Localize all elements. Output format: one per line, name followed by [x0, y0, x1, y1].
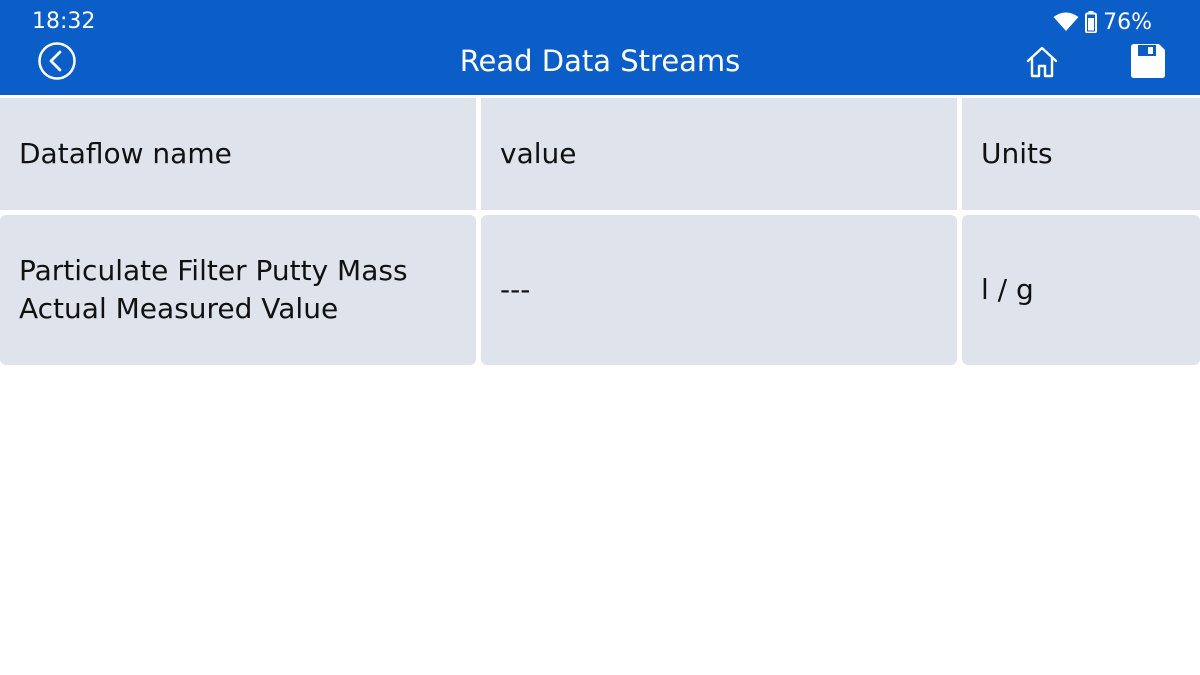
status-time: 18:32	[32, 9, 96, 34]
wifi-icon	[1053, 12, 1079, 32]
row-value: ---	[481, 215, 957, 365]
battery-icon	[1085, 11, 1098, 33]
status-indicators: 76%	[1053, 8, 1152, 36]
home-icon	[1026, 46, 1058, 78]
save-icon	[1131, 44, 1165, 78]
home-button[interactable]	[1022, 42, 1062, 82]
row-dataflow-name: Particulate Filter Putty Mass Actual Mea…	[0, 215, 476, 365]
page-title: Read Data Streams	[459, 44, 741, 78]
top-bar: 18:32 76% Read Data Streams	[0, 0, 1200, 95]
column-header-value: value	[481, 98, 957, 210]
column-header-name: Dataflow name	[0, 98, 476, 210]
save-button[interactable]	[1126, 40, 1170, 82]
row-units: l / g	[962, 215, 1200, 365]
column-header-units: Units	[962, 98, 1200, 210]
battery-percent: 76%	[1103, 9, 1152, 35]
